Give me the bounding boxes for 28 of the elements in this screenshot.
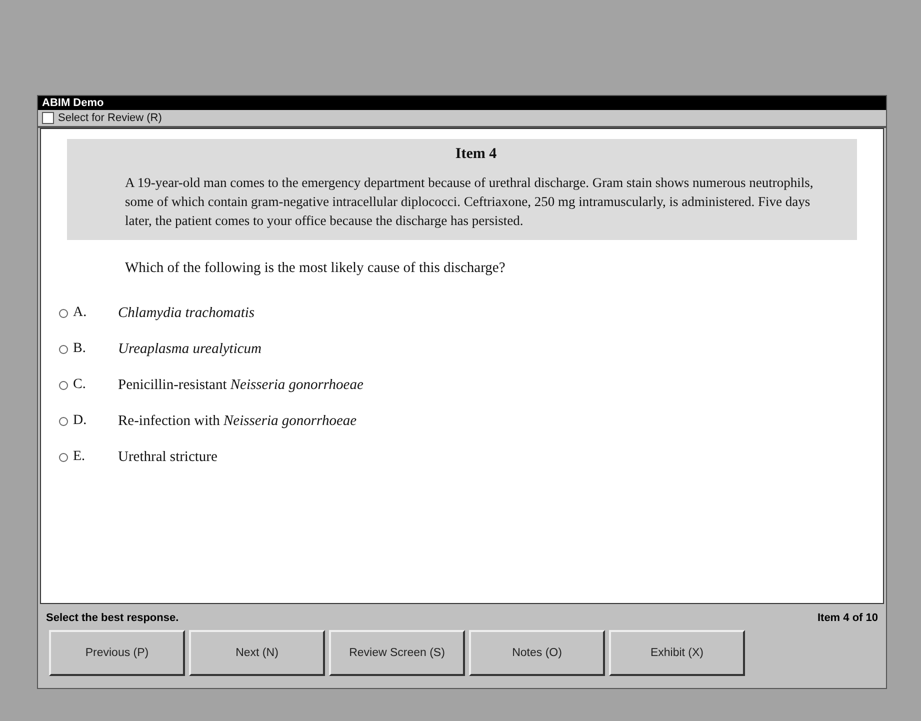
nav-button[interactable]: Review Screen (S) bbox=[329, 630, 465, 676]
review-label[interactable]: Select for Review (R) bbox=[58, 112, 162, 124]
item-counter: Item 4 of 10 bbox=[817, 612, 878, 624]
option-letter: B. bbox=[73, 341, 87, 357]
nav-button[interactable]: Previous (P) bbox=[49, 630, 185, 676]
nav-button[interactable]: Exhibit (X) bbox=[609, 630, 745, 676]
answer-radio[interactable] bbox=[59, 380, 68, 390]
option-text: Chlamydia trachomatis bbox=[118, 304, 255, 322]
option-text: Ureaplasma urealyticum bbox=[118, 340, 262, 358]
question-prompt: Which of the following is the most likely cause of this discharge? bbox=[125, 260, 506, 277]
option-text: Penicillin-resistant Neisseria gonorrhoeae bbox=[118, 376, 364, 394]
option-letter: C. bbox=[73, 377, 87, 393]
option-letter: E. bbox=[73, 449, 86, 465]
option-text: Urethral stricture bbox=[118, 448, 218, 466]
window-title: ABIM Demo bbox=[38, 96, 886, 110]
nav-button[interactable]: Next (N) bbox=[189, 630, 325, 676]
option-text: Re-infection with Neisseria gonorrhoeae bbox=[118, 412, 357, 430]
answer-radio[interactable] bbox=[59, 416, 68, 426]
item-title: Item 4 bbox=[454, 146, 498, 163]
nav-button[interactable]: Notes (O) bbox=[469, 630, 605, 676]
review-checkbox[interactable] bbox=[42, 112, 54, 124]
answer-radio[interactable] bbox=[59, 452, 68, 462]
option-letter: D. bbox=[73, 413, 88, 429]
answer-radio[interactable] bbox=[59, 344, 68, 354]
instruction-text: Select the best response. bbox=[46, 612, 179, 624]
option-letter: A. bbox=[73, 305, 88, 321]
answer-radio[interactable] bbox=[59, 308, 68, 318]
question-stem: A 19-year-old man comes to the emergency department because of urethral discharge. Gram stain shows numerous neutrophils, some of which contain gram-negative intracellular diplococci. Ceftriaxone, 250 mg intramuscularly, is administered. Five days later, the patient comes to your office because the discharge has persisted. bbox=[125, 174, 814, 230]
